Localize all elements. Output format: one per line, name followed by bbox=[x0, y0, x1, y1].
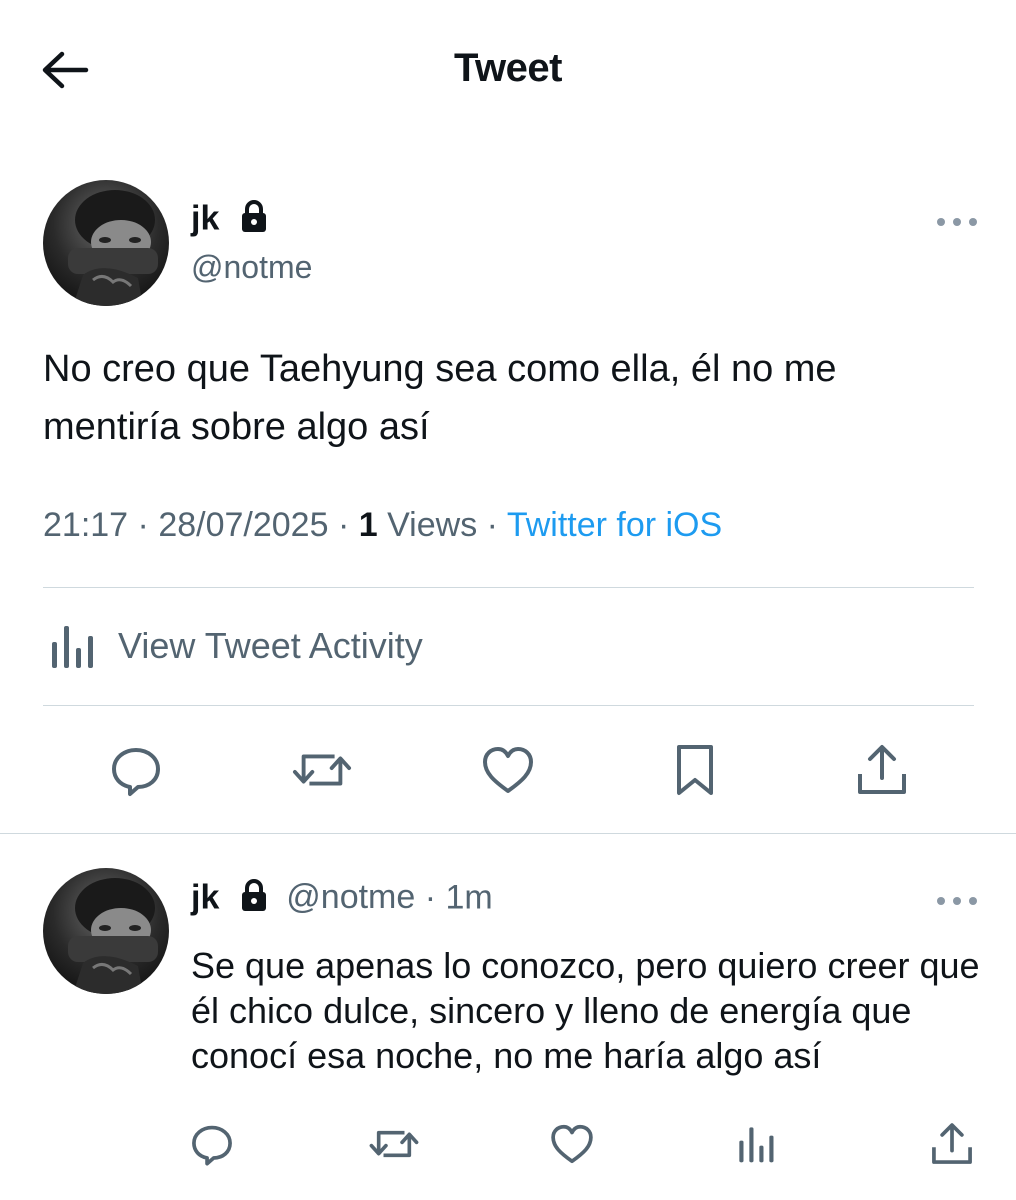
meta-separator: · bbox=[424, 878, 446, 917]
view-tweet-activity-button[interactable] bbox=[730, 1118, 782, 1170]
views-count: 1 bbox=[358, 506, 378, 544]
author-name-text: jk bbox=[191, 199, 220, 238]
like-button[interactable] bbox=[478, 740, 538, 800]
reply-icon bbox=[112, 748, 160, 796]
share-button[interactable] bbox=[926, 1118, 978, 1170]
tweet-text: No creo que Taehyung sea como ella, él n… bbox=[43, 348, 837, 448]
meta-separator: · bbox=[486, 506, 507, 544]
lock-icon bbox=[239, 199, 269, 242]
reply-author-handle[interactable]: @notme bbox=[286, 878, 415, 916]
reply-header: jk @notme · 1m bbox=[191, 878, 493, 921]
author-name[interactable]: jk bbox=[191, 199, 269, 242]
tweet-detail-page: Tweet jk @notme No creo que Taehyung sea… bbox=[0, 0, 1016, 1200]
bookmark-button[interactable] bbox=[665, 740, 725, 800]
retweet-button[interactable] bbox=[292, 740, 352, 800]
avatar[interactable] bbox=[43, 868, 169, 994]
reply-icon bbox=[192, 1125, 232, 1166]
share-icon bbox=[932, 1123, 972, 1164]
view-tweet-activity-label: View Tweet Activity bbox=[118, 625, 423, 666]
bar-chart-icon bbox=[739, 1127, 774, 1163]
tweet-meta: 21:17 · 28/07/2025 · 1 Views · Twitter f… bbox=[43, 506, 722, 545]
top-bar: Tweet bbox=[0, 0, 1016, 140]
bar-chart-icon bbox=[52, 626, 93, 668]
tweet-source-link[interactable]: Twitter for iOS bbox=[507, 506, 722, 544]
view-tweet-activity-button[interactable]: View Tweet Activity bbox=[48, 616, 423, 676]
author-handle[interactable]: @notme bbox=[191, 249, 312, 286]
views-label: Views bbox=[387, 506, 478, 544]
reply-text: Se que apenas lo conozco, pero quiero cr… bbox=[191, 945, 980, 1076]
heart-icon bbox=[551, 1124, 593, 1164]
meta-separator: · bbox=[337, 506, 359, 544]
divider bbox=[0, 833, 1016, 834]
share-button[interactable] bbox=[852, 740, 912, 800]
avatar-image bbox=[43, 180, 169, 306]
tweet-time: 21:17 bbox=[43, 506, 129, 544]
retweet-icon bbox=[292, 754, 352, 786]
avatar[interactable] bbox=[43, 180, 169, 306]
tweet-date: 28/07/2025 bbox=[158, 506, 329, 544]
more-icon[interactable] bbox=[937, 214, 977, 230]
reply-age: 1m bbox=[445, 878, 493, 917]
heart-icon bbox=[483, 747, 533, 793]
divider bbox=[43, 705, 974, 706]
retweet-button[interactable] bbox=[368, 1118, 420, 1170]
retweet-icon bbox=[369, 1130, 419, 1158]
share-icon bbox=[858, 745, 906, 794]
like-button[interactable] bbox=[546, 1118, 598, 1170]
bookmark-icon bbox=[677, 745, 713, 795]
page-title: Tweet bbox=[454, 46, 562, 90]
reply-button[interactable] bbox=[106, 740, 166, 800]
divider bbox=[43, 587, 974, 588]
more-icon[interactable] bbox=[937, 893, 977, 909]
meta-separator: · bbox=[137, 506, 159, 544]
reply-button[interactable] bbox=[186, 1118, 238, 1170]
reply-author-name[interactable]: jk bbox=[191, 878, 219, 916]
lock-icon bbox=[239, 878, 269, 921]
avatar-image bbox=[43, 868, 169, 994]
